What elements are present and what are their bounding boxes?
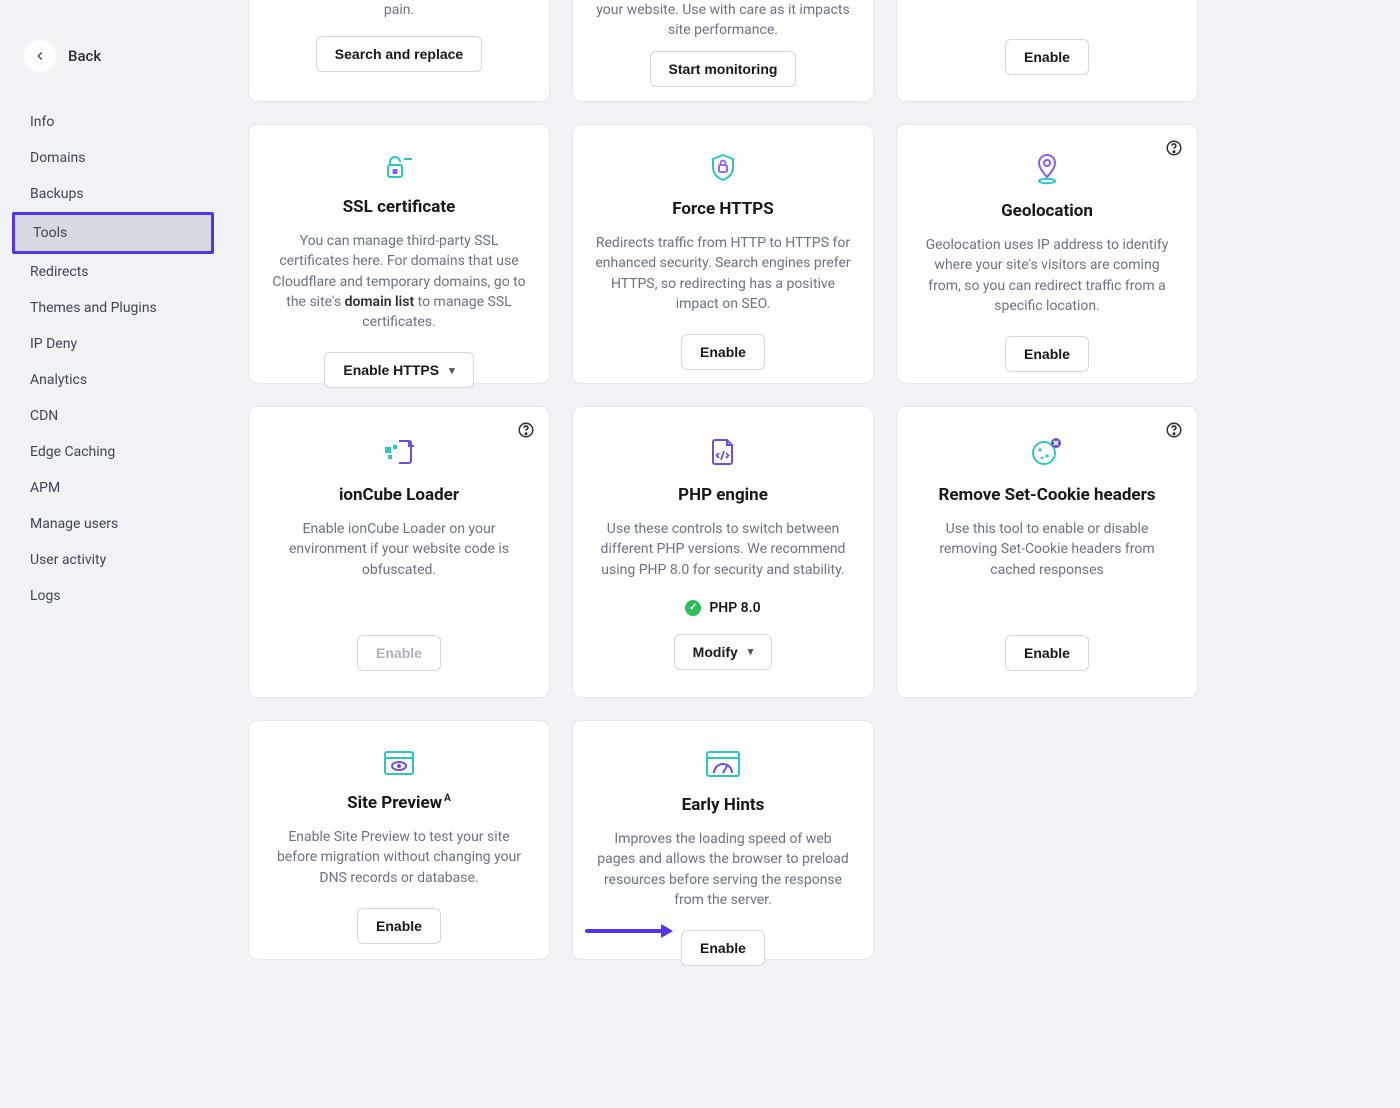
enable-button[interactable]: Enable <box>1005 39 1089 75</box>
sidebar-item-cdn[interactable]: CDN <box>0 398 226 434</box>
back-label: Back <box>68 47 101 65</box>
sidebar-item-manage-users[interactable]: Manage users <box>0 506 226 542</box>
enable-button[interactable]: Enable <box>357 908 441 944</box>
card-ioncube: ionCube Loader Enable ionCube Loader on … <box>248 406 550 698</box>
card-force-https: Force HTTPS Redirects traffic from HTTP … <box>572 124 874 384</box>
card-title: Force HTTPS <box>672 199 773 219</box>
arrow-left-icon <box>33 49 47 63</box>
card-title: ionCube Loader <box>339 485 459 505</box>
card-geolocation: Geolocation Geolocation uses IP address … <box>896 124 1198 384</box>
start-monitoring-button[interactable]: Start monitoring <box>650 51 797 87</box>
enable-button[interactable]: Enable <box>681 334 765 370</box>
card-early-hints: Early Hints Improves the loading speed o… <box>572 720 874 960</box>
sidebar-item-themes-plugins[interactable]: Themes and Plugins <box>0 290 226 326</box>
enable-button: Enable <box>357 635 441 671</box>
enable-button[interactable]: Enable <box>1005 336 1089 372</box>
help-icon[interactable] <box>517 421 535 439</box>
sidebar-item-ip-deny[interactable]: IP Deny <box>0 326 226 362</box>
card-php-engine: PHP engine Use these controls to switch … <box>572 406 874 698</box>
domain-list-link[interactable]: domain list <box>345 294 415 310</box>
php-status: ✓ PHP 8.0 <box>685 600 760 616</box>
browser-speed-icon <box>704 749 742 779</box>
card-title: PHP engine <box>678 485 768 505</box>
main-content: pain. Search and replace your website. U… <box>226 0 1400 1108</box>
shield-lock-icon <box>709 153 737 183</box>
back-button[interactable] <box>24 40 56 72</box>
sidebar-item-backups[interactable]: Backups <box>0 176 226 212</box>
cube-file-icon <box>381 435 417 469</box>
card-monitoring-partial: your website. Use with care as it impact… <box>572 0 874 102</box>
card-desc: Geolocation uses IP address to identify … <box>919 235 1175 316</box>
sidebar-item-user-activity[interactable]: User activity <box>0 542 226 578</box>
card-desc: You can manage third-party SSL certifica… <box>271 231 527 332</box>
help-icon[interactable] <box>1165 421 1183 439</box>
sidebar-item-tools[interactable]: Tools <box>12 212 214 254</box>
card-title: Site PreviewA <box>347 793 451 813</box>
title-text: Site Preview <box>347 793 442 813</box>
card-desc: your website. Use with care as it impact… <box>595 0 851 41</box>
sidebar-item-analytics[interactable]: Analytics <box>0 362 226 398</box>
chevron-down-icon: ▾ <box>449 364 455 377</box>
beta-sup: A <box>444 793 451 804</box>
card-remove-cookie: Remove Set-Cookie headers Use this tool … <box>896 406 1198 698</box>
back-row: Back <box>0 40 226 72</box>
button-label: Enable HTTPS <box>343 362 439 378</box>
cookie-remove-icon <box>1030 435 1064 469</box>
sidebar-item-info[interactable]: Info <box>0 104 226 140</box>
card-title: Remove Set-Cookie headers <box>938 485 1155 505</box>
card-title: Early Hints <box>682 795 765 815</box>
lock-cert-icon <box>382 153 416 181</box>
modify-button[interactable]: Modify ▾ <box>674 634 773 670</box>
card-site-preview: Site PreviewA Enable Site Preview to tes… <box>248 720 550 960</box>
card-title: Geolocation <box>1001 201 1093 221</box>
php-version-label: PHP 8.0 <box>709 600 760 616</box>
sidebar-nav: Info Domains Backups Tools Redirects The… <box>0 104 226 614</box>
enable-https-button[interactable]: Enable HTTPS ▾ <box>324 352 473 388</box>
browser-eye-icon <box>382 749 416 777</box>
card-partial-3: Enable <box>896 0 1198 102</box>
sidebar-item-redirects[interactable]: Redirects <box>0 254 226 290</box>
card-desc: Improves the loading speed of web pages … <box>595 829 851 910</box>
sidebar-item-domains[interactable]: Domains <box>0 140 226 176</box>
enable-button[interactable]: Enable <box>1005 635 1089 671</box>
card-desc: pain. <box>384 0 414 20</box>
sidebar-item-edge-caching[interactable]: Edge Caching <box>0 434 226 470</box>
chevron-down-icon: ▾ <box>748 645 754 658</box>
sidebar-item-apm[interactable]: APM <box>0 470 226 506</box>
card-desc: Use these controls to switch between dif… <box>595 519 851 580</box>
card-desc: Enable ionCube Loader on your environmen… <box>271 519 527 580</box>
search-replace-button[interactable]: Search and replace <box>316 36 482 72</box>
code-file-icon <box>708 435 738 469</box>
card-desc: Use this tool to enable or disable remov… <box>919 519 1175 580</box>
card-desc: Enable Site Preview to test your site be… <box>271 827 527 888</box>
map-pin-icon <box>1033 153 1061 185</box>
check-icon: ✓ <box>685 600 701 616</box>
enable-button[interactable]: Enable <box>681 930 765 966</box>
card-desc: Redirects traffic from HTTP to HTTPS for… <box>595 233 851 314</box>
sidebar-item-logs[interactable]: Logs <box>0 578 226 614</box>
button-label: Modify <box>693 644 738 660</box>
card-title: SSL certificate <box>343 197 456 217</box>
annotation-arrow <box>585 929 671 933</box>
help-icon[interactable] <box>1165 139 1183 157</box>
card-ssl: SSL certificate You can manage third-par… <box>248 124 550 384</box>
sidebar: Back Info Domains Backups Tools Redirect… <box>0 0 226 1108</box>
card-search-replace-partial: pain. Search and replace <box>248 0 550 102</box>
